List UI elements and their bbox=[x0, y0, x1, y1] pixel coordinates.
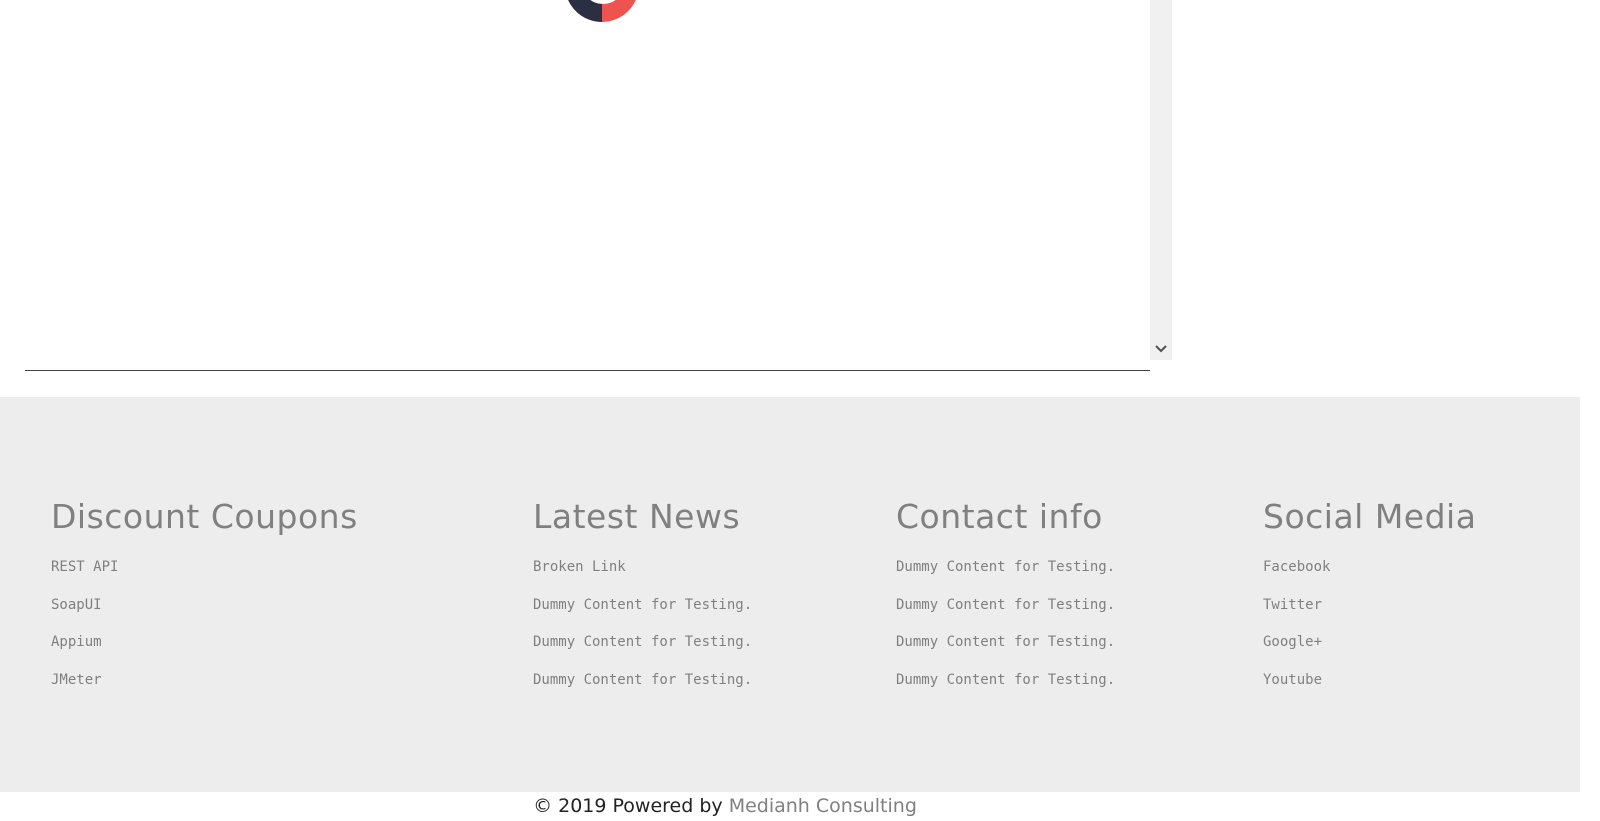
company-link[interactable]: Medianh Consulting bbox=[729, 795, 917, 817]
footer-link-soapui[interactable]: SoapUI bbox=[51, 597, 102, 613]
contact-info-text: Dummy Content for Testing. bbox=[896, 559, 1116, 575]
footer-link-rest-api[interactable]: REST API bbox=[51, 559, 118, 575]
footer-column-social-media: Social Media Facebook Twitter Google+ Yo… bbox=[1263, 493, 1476, 707]
footer-link-twitter[interactable]: Twitter bbox=[1263, 597, 1322, 613]
copyright-text: © 2019 Powered by bbox=[533, 795, 729, 817]
list-item: REST API bbox=[51, 557, 358, 595]
list-item: Dummy Content for Testing. bbox=[533, 595, 752, 633]
frame-bottom-border bbox=[25, 370, 1150, 371]
footer: Discount Coupons REST API SoapUI Appium … bbox=[0, 397, 1580, 792]
chevron-down-icon[interactable] bbox=[1150, 340, 1172, 358]
footer-link-dummy[interactable]: Dummy Content for Testing. bbox=[533, 597, 752, 613]
footer-heading: Social Media bbox=[1263, 497, 1477, 536]
contact-info-text: Dummy Content for Testing. bbox=[896, 671, 1116, 688]
footer-column-latest-news: Latest News Broken Link Dummy Content fo… bbox=[533, 493, 752, 707]
copyright: © 2019 Powered by Medianh Consulting bbox=[0, 793, 1450, 819]
footer-link-dummy[interactable]: Dummy Content for Testing. bbox=[533, 672, 752, 688]
contact-info-text: Dummy Content for Testing. bbox=[896, 596, 1116, 613]
list-item: Dummy Content for Testing. bbox=[896, 557, 1115, 595]
list-item: Appium bbox=[51, 632, 358, 670]
list-item: JMeter bbox=[51, 670, 358, 708]
footer-link-dummy[interactable]: Dummy Content for Testing. bbox=[533, 634, 752, 650]
contact-info-text: Dummy Content for Testing. bbox=[896, 634, 1116, 650]
footer-column-contact-info: Contact info Dummy Content for Testing. … bbox=[896, 493, 1115, 707]
footer-link-list: Dummy Content for Testing. Dummy Content… bbox=[896, 557, 1115, 707]
footer-heading: Contact info bbox=[896, 497, 1103, 536]
footer-heading: Discount Coupons bbox=[51, 497, 358, 536]
logo-icon bbox=[565, 0, 639, 22]
list-item: Google+ bbox=[1263, 632, 1476, 670]
list-item: Dummy Content for Testing. bbox=[896, 670, 1115, 708]
list-item: Twitter bbox=[1263, 595, 1476, 633]
list-item: Facebook bbox=[1263, 557, 1476, 595]
frame-scrollbar[interactable] bbox=[1150, 0, 1172, 360]
footer-link-facebook[interactable]: Facebook bbox=[1263, 559, 1330, 575]
footer-link-list: Broken Link Dummy Content for Testing. D… bbox=[533, 557, 752, 707]
list-item: Dummy Content for Testing. bbox=[533, 670, 752, 708]
footer-link-youtube[interactable]: Youtube bbox=[1263, 672, 1322, 688]
list-item: Youtube bbox=[1263, 670, 1476, 708]
footer-link-broken-link[interactable]: Broken Link bbox=[533, 559, 626, 575]
footer-link-list: Facebook Twitter Google+ Youtube bbox=[1263, 557, 1476, 707]
footer-link-appium[interactable]: Appium bbox=[51, 634, 102, 650]
list-item: Dummy Content for Testing. bbox=[896, 632, 1115, 670]
embedded-frame bbox=[25, 0, 1172, 370]
list-item: Dummy Content for Testing. bbox=[896, 595, 1115, 633]
page: Discount Coupons REST API SoapUI Appium … bbox=[0, 0, 1600, 821]
footer-link-list: REST API SoapUI Appium JMeter bbox=[51, 557, 358, 707]
footer-link-jmeter[interactable]: JMeter bbox=[51, 672, 102, 688]
list-item: SoapUI bbox=[51, 595, 358, 633]
footer-heading: Latest News bbox=[533, 497, 741, 536]
list-item: Broken Link bbox=[533, 557, 752, 595]
list-item: Dummy Content for Testing. bbox=[533, 632, 752, 670]
chevron-down-icon-shape bbox=[1155, 345, 1167, 353]
logo-dark-half bbox=[565, 0, 602, 22]
footer-link-google-plus[interactable]: Google+ bbox=[1263, 634, 1322, 650]
footer-column-discount-coupons: Discount Coupons REST API SoapUI Appium … bbox=[51, 493, 358, 707]
